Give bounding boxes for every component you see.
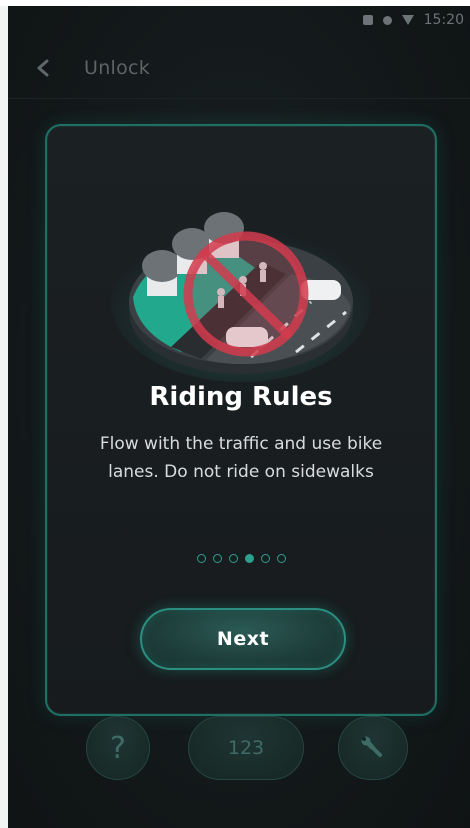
status-time: 15:20	[423, 12, 464, 28]
page-title: Unlock	[84, 57, 151, 79]
card-body-text: Flow with the traffic and use bike lanes…	[99, 434, 383, 482]
signal-icon	[382, 15, 392, 25]
unlock-screen: 15:20 Unlock Riding Rules Flow with the …	[0, 0, 470, 828]
pager-dot[interactable]	[260, 554, 270, 563]
no-riding-on-sidewalk-illustration	[111, 212, 371, 382]
pager-dots	[47, 554, 435, 563]
battery-icon	[401, 15, 414, 25]
riding-rules-card: Riding Rules Flow with the traffic and u…	[45, 124, 437, 716]
pager-dot[interactable]	[276, 554, 286, 563]
wrench-icon	[361, 736, 382, 757]
status-bar: 15:20	[8, 6, 470, 34]
pager-dot-active[interactable]	[244, 554, 254, 563]
help-button[interactable]: ?	[86, 716, 150, 780]
app-bar: Unlock	[8, 40, 470, 96]
app-bar-divider	[8, 98, 470, 99]
pager-dot[interactable]	[212, 554, 222, 563]
back-arrow-icon[interactable]	[22, 46, 66, 90]
notification-icon	[362, 15, 373, 25]
report-problem-button[interactable]	[338, 716, 408, 780]
enter-code-button[interactable]: 123	[188, 716, 304, 780]
bottom-actions: ? 123	[8, 716, 470, 796]
left-edge	[0, 0, 8, 828]
pager-dot[interactable]	[196, 554, 206, 563]
card-title: Riding Rules	[149, 382, 333, 412]
next-button[interactable]: Next	[140, 608, 346, 670]
pager-dot[interactable]	[228, 554, 238, 563]
